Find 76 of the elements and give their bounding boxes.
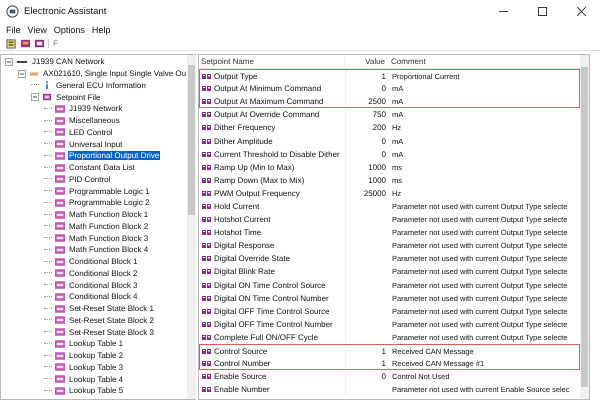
tree-item[interactable]: Lookup Table 1 xyxy=(68,339,124,348)
tree-item[interactable]: Lookup Table 4 xyxy=(68,374,124,384)
tree-item[interactable]: Programmable Logic 1 xyxy=(68,186,150,196)
tree-item[interactable]: Lookup Table 5 xyxy=(68,386,124,396)
table-cell: Dither Frequency xyxy=(214,123,276,132)
table-cell: 1000 xyxy=(368,176,386,185)
table-cell: Hotshot Time xyxy=(214,228,262,238)
menu-item[interactable]: View xyxy=(28,24,47,34)
tree-item[interactable]: Universal Input xyxy=(68,140,124,149)
tree-item[interactable]: General ECU Information xyxy=(55,80,147,90)
table-cell: Digital ON Time Control Source xyxy=(214,280,326,290)
tree-item[interactable]: Math Function Block 4 xyxy=(68,245,150,254)
table-cell: Digital OFF Time Control Number xyxy=(214,320,333,329)
table-cell: Ramp Up (Min to Max) xyxy=(214,162,294,172)
tree-item[interactable]: Conditional Block 3 xyxy=(68,280,138,290)
tree-item[interactable]: Set-Reset State Block 1 xyxy=(68,304,155,314)
table-cell: 0 xyxy=(382,150,386,159)
table-cell: 1000 xyxy=(368,162,386,172)
table-cell: Digital OFF Time Control Source xyxy=(214,306,330,316)
table-cell: 1 xyxy=(382,358,386,368)
tree-item[interactable]: Lookup Table 3 xyxy=(68,362,124,372)
table-cell: 2500 xyxy=(368,96,386,106)
table-cell: Output At Override Command xyxy=(214,110,320,120)
table-cell: Hotshot Current xyxy=(214,215,270,224)
menu-item[interactable]: File xyxy=(6,24,21,34)
table-cell: Control Number xyxy=(214,358,270,368)
table-cell: PWM Output Frequency xyxy=(214,188,300,198)
table-cell: Digital ON Time Control Number xyxy=(214,294,329,303)
column-header[interactable]: Value xyxy=(345,55,388,68)
tree-item[interactable]: Setpoint File xyxy=(55,92,102,102)
table-cell: 0 xyxy=(382,84,386,94)
tree-item[interactable]: LED Control xyxy=(68,128,114,137)
tree-item[interactable]: PID Control xyxy=(68,174,112,184)
table-cell: 200 xyxy=(372,123,386,132)
tree-item[interactable]: Set-Reset State Block 2 xyxy=(68,316,155,325)
table-cell: Output At Minimum Command xyxy=(214,84,322,94)
table-cell: 1 xyxy=(382,72,386,81)
table-cell: Output At Maximum Command xyxy=(214,96,324,106)
tree-item[interactable]: Set-Reset State Block 3 xyxy=(68,328,155,337)
table-cell: Dither Amplitude xyxy=(214,136,273,146)
table-cell: Output Type xyxy=(214,72,258,81)
tree-item[interactable]: J1939 CAN Network xyxy=(31,57,106,66)
tree-item[interactable]: Conditional Block 2 xyxy=(68,268,138,278)
tree-item[interactable]: Conditional Block 1 xyxy=(68,257,138,266)
table-cell: Digital Override State xyxy=(214,254,290,264)
table-cell: Hold Current xyxy=(214,202,260,211)
tree-item[interactable]: Math Function Block 2 xyxy=(68,222,150,231)
tree-item[interactable]: Constant Data List xyxy=(68,163,136,172)
table-cell: Complete Full ON/OFF Cycle xyxy=(214,332,318,342)
tree-item[interactable]: Proportional Output Drive xyxy=(68,151,160,160)
tree-item[interactable]: Conditional Block 4 xyxy=(68,292,138,302)
table-cell: 0 xyxy=(382,136,386,146)
table-cell: Digital Response xyxy=(214,241,274,250)
toolbar-button[interactable]: F xyxy=(48,39,62,48)
window-title: Electronic Assistant xyxy=(24,6,106,16)
table-cell: 0 xyxy=(382,372,386,382)
table-cell: 750 xyxy=(372,110,386,120)
table-cell: Control Source xyxy=(214,346,268,356)
table-cell: Enable Source xyxy=(214,372,266,382)
table-cell: Enable Number xyxy=(214,385,270,394)
tree-item[interactable]: J1939 Network xyxy=(68,104,124,114)
table-cell: Current Threshold to Disable Dither xyxy=(214,150,340,159)
tree-item[interactable]: Miscellaneous xyxy=(68,116,121,126)
tree-item[interactable]: Programmable Logic 2 xyxy=(68,198,150,208)
menu-item[interactable]: Help xyxy=(92,24,110,34)
tree-item[interactable]: Math Function Block 1 xyxy=(68,210,150,220)
tree-item[interactable]: Math Function Block 3 xyxy=(68,234,150,243)
table-cell: 25000 xyxy=(364,188,386,198)
table-cell: 1 xyxy=(382,346,386,356)
menu-item[interactable]: Options xyxy=(54,24,85,34)
tree-item[interactable]: AX021610, Single Input Single Valve Ou xyxy=(42,69,187,78)
table-cell: Digital Blink Rate xyxy=(214,267,275,276)
column-header[interactable]: Comment xyxy=(388,55,580,68)
column-header[interactable]: Setpoint Name xyxy=(199,55,345,68)
table-cell: Ramp Down (Max to Mix) xyxy=(214,176,304,185)
tree-item[interactable]: Lookup Table 2 xyxy=(68,351,124,360)
